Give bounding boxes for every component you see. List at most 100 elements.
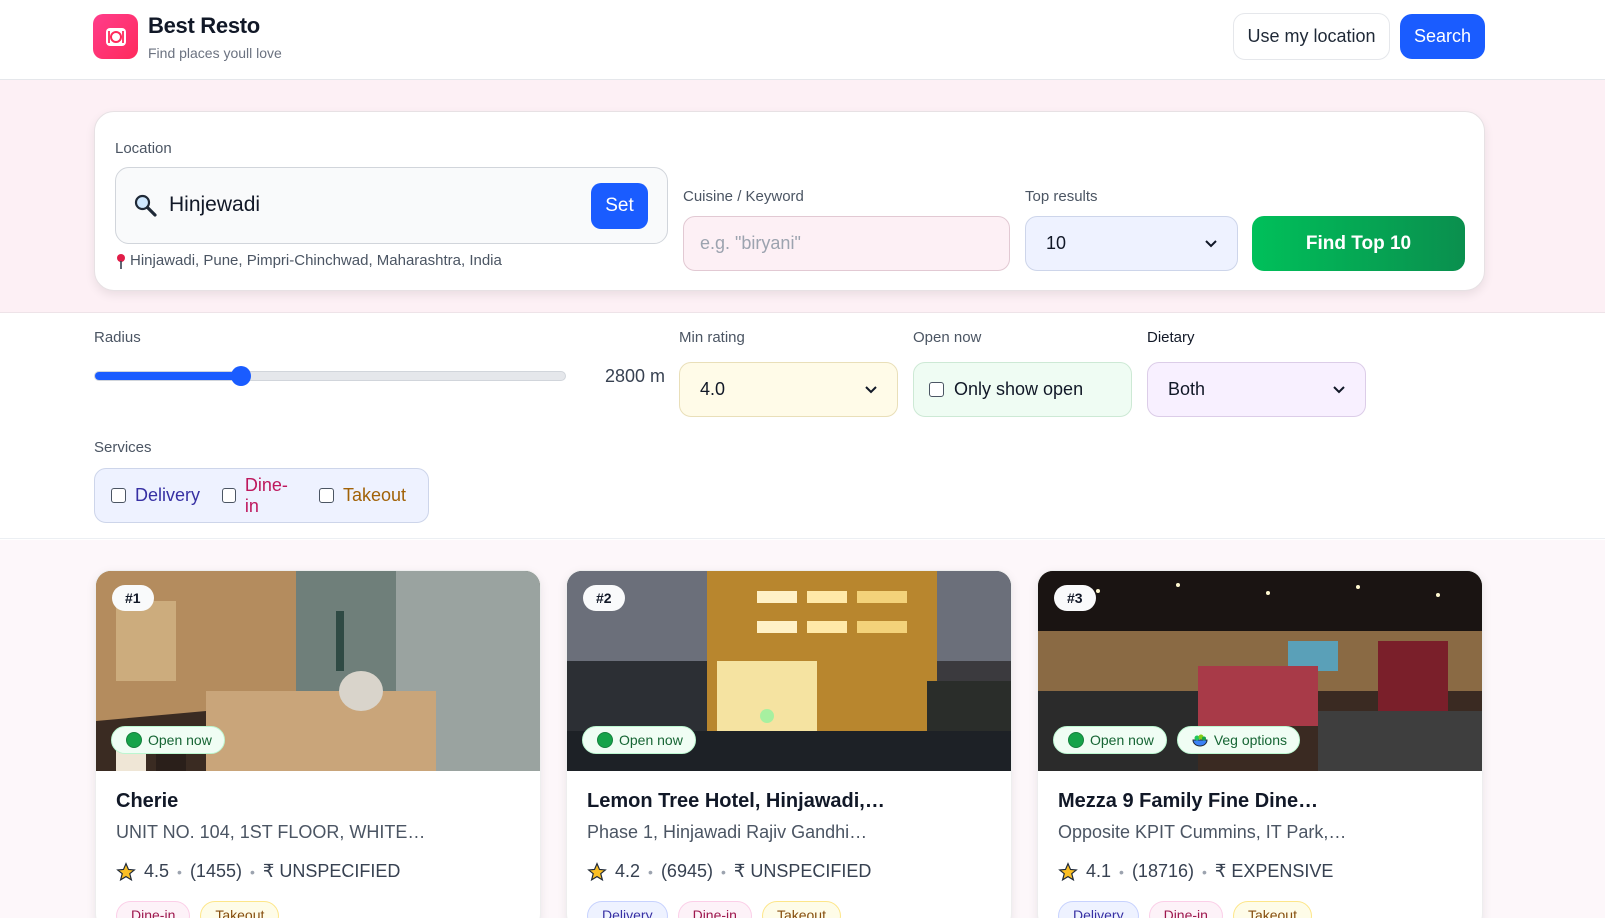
radius-value: 2800 m bbox=[605, 366, 666, 386]
radius-slider[interactable] bbox=[94, 366, 566, 386]
tag-dine-in: Dine-in bbox=[677, 901, 752, 918]
takeout-checkbox[interactable] bbox=[318, 488, 334, 503]
open-now-label: Open now bbox=[913, 329, 982, 346]
restaurant-name[interactable]: Cherie bbox=[116, 790, 526, 813]
service-tags: Delivery Dine-in Takeout bbox=[1058, 901, 1312, 918]
radius-slider-thumb[interactable] bbox=[230, 366, 251, 386]
radius-label: Radius bbox=[94, 329, 141, 346]
chevron-down-icon bbox=[1333, 385, 1345, 393]
search-icon bbox=[133, 193, 157, 222]
delivery-checkbox[interactable] bbox=[111, 488, 126, 503]
separator: • bbox=[1119, 863, 1124, 880]
review-count: (1455) bbox=[189, 861, 242, 881]
use-my-location-button[interactable]: Use my location bbox=[1233, 13, 1390, 60]
restaurant-card[interactable]: #1 Open now Cherie UNIT NO. 104, 1ST FLO… bbox=[95, 570, 541, 918]
veg-options-chip: Veg options bbox=[1176, 726, 1300, 754]
review-count: (6945) bbox=[660, 861, 713, 881]
service-delivery[interactable]: Delivery bbox=[111, 485, 200, 506]
tag-takeout: Takeout bbox=[1232, 901, 1312, 918]
star-icon bbox=[1058, 861, 1078, 881]
brand-subtitle: Find places youll love bbox=[148, 45, 282, 61]
restaurant-address: Opposite KPIT Cummins, IT Park,… bbox=[1058, 822, 1347, 842]
restaurant-card[interactable]: #2 Open now Lemon Tree Hotel, Hinjawadi,… bbox=[566, 570, 1012, 918]
chevron-down-icon bbox=[1205, 239, 1217, 247]
chevron-down-icon bbox=[865, 385, 877, 393]
open-dot-icon bbox=[126, 732, 142, 748]
restaurant-meta: 4.2 • (6945) • ₹ UNSPECIFIED bbox=[587, 861, 871, 882]
resolved-location: Hinjawadi, Pune, Pimpri-Chinchwad, Mahar… bbox=[115, 252, 502, 269]
top-results-select[interactable]: 10 bbox=[1025, 216, 1238, 271]
restaurant-name[interactable]: Mezza 9 Family Fine Dine… bbox=[1058, 790, 1468, 813]
restaurant-card[interactable]: #3 Open now Veg options Mezza 9 Family F… bbox=[1037, 570, 1483, 918]
open-dot-icon bbox=[597, 732, 613, 748]
min-rating-label: Min rating bbox=[679, 329, 745, 346]
filters-panel: Radius 2800 m Min rating 4.0 Open now On… bbox=[0, 313, 1605, 539]
tag-delivery: Delivery bbox=[587, 901, 668, 918]
location-input[interactable]: Hinjewadi bbox=[169, 193, 260, 217]
rank-badge: #3 bbox=[1054, 585, 1096, 611]
veg-options-label: Veg options bbox=[1213, 732, 1287, 748]
min-rating-select[interactable]: 4.0 bbox=[679, 362, 898, 417]
search-card: Location Hinjewadi Set Hinjawadi, Pune, … bbox=[94, 111, 1485, 291]
tag-dine-in: Dine-in bbox=[1148, 901, 1223, 918]
keyword-input[interactable]: e.g. "biryani" bbox=[683, 216, 1010, 271]
pin-icon bbox=[117, 253, 125, 269]
salad-icon bbox=[1192, 734, 1208, 747]
separator: • bbox=[177, 863, 182, 880]
search-band: Location Hinjewadi Set Hinjawadi, Pune, … bbox=[0, 80, 1605, 313]
rank-badge: #1 bbox=[112, 585, 154, 611]
services-group: Delivery Dine-in Takeout bbox=[94, 468, 429, 523]
set-location-button[interactable]: Set bbox=[591, 183, 648, 229]
open-dot-icon bbox=[1068, 732, 1084, 748]
open-now-chip-label: Open now bbox=[148, 732, 212, 748]
service-delivery-label: Delivery bbox=[135, 485, 201, 505]
separator: • bbox=[1201, 863, 1207, 880]
search-button[interactable]: Search bbox=[1400, 14, 1485, 59]
open-now-option: Only show open bbox=[954, 379, 1084, 399]
dine-in-checkbox[interactable] bbox=[222, 488, 236, 503]
price-level: ₹ EXPENSIVE bbox=[1214, 861, 1334, 881]
dietary-select[interactable]: Both bbox=[1147, 362, 1366, 417]
card-chips: Open now bbox=[582, 726, 696, 754]
top-header: Best Resto Find places youll love Use my… bbox=[0, 0, 1605, 80]
location-field[interactable]: Hinjewadi Set bbox=[115, 167, 668, 244]
separator: • bbox=[648, 863, 653, 880]
review-count: (18716) bbox=[1131, 861, 1194, 881]
tag-takeout: Takeout bbox=[761, 901, 841, 918]
service-takeout[interactable]: Takeout bbox=[318, 485, 406, 506]
rating-value: 4.1 bbox=[1086, 861, 1112, 881]
separator: • bbox=[249, 863, 255, 880]
min-rating-value: 4.0 bbox=[700, 379, 726, 399]
open-now-chip: Open now bbox=[111, 726, 225, 754]
service-dine-in-label: Dine-in bbox=[244, 474, 288, 516]
find-top-button[interactable]: Find Top 10 bbox=[1252, 216, 1465, 271]
star-icon bbox=[587, 861, 607, 881]
service-takeout-label: Takeout bbox=[342, 485, 406, 505]
restaurant-name[interactable]: Lemon Tree Hotel, Hinjawadi,… bbox=[587, 790, 997, 813]
open-now-chip: Open now bbox=[1053, 726, 1167, 754]
resolved-location-text: Hinjawadi, Pune, Pimpri-Chinchwad, Mahar… bbox=[130, 252, 502, 269]
rating-value: 4.5 bbox=[144, 861, 170, 881]
tag-takeout: Takeout bbox=[200, 901, 280, 918]
restaurant-meta: 4.5 • (1455) • ₹ UNSPECIFIED bbox=[116, 861, 400, 882]
top-results-value: 10 bbox=[1046, 233, 1067, 253]
open-now-chip: Open now bbox=[582, 726, 696, 754]
restaurant-address: UNIT NO. 104, 1ST FLOOR, WHITE… bbox=[116, 822, 426, 842]
rating-value: 4.2 bbox=[615, 861, 641, 881]
services-label: Services bbox=[94, 439, 152, 456]
separator: • bbox=[720, 863, 726, 880]
card-chips: Open now bbox=[111, 726, 225, 754]
service-dine-in[interactable]: Dine-in bbox=[222, 475, 297, 517]
price-level: ₹ UNSPECIFIED bbox=[733, 861, 872, 881]
app-logo bbox=[93, 14, 138, 59]
service-tags: Dine-in Takeout bbox=[116, 901, 280, 918]
open-now-toggle[interactable]: Only show open bbox=[913, 362, 1132, 417]
keyword-label: Cuisine / Keyword bbox=[683, 188, 804, 205]
price-level: ₹ UNSPECIFIED bbox=[262, 861, 401, 881]
service-tags: Delivery Dine-in Takeout bbox=[587, 901, 841, 918]
dietary-label: Dietary bbox=[1147, 329, 1195, 346]
star-icon bbox=[116, 861, 136, 881]
open-now-checkbox[interactable] bbox=[929, 382, 944, 397]
top-results-label: Top results bbox=[1025, 188, 1098, 205]
dining-icon bbox=[105, 27, 126, 46]
